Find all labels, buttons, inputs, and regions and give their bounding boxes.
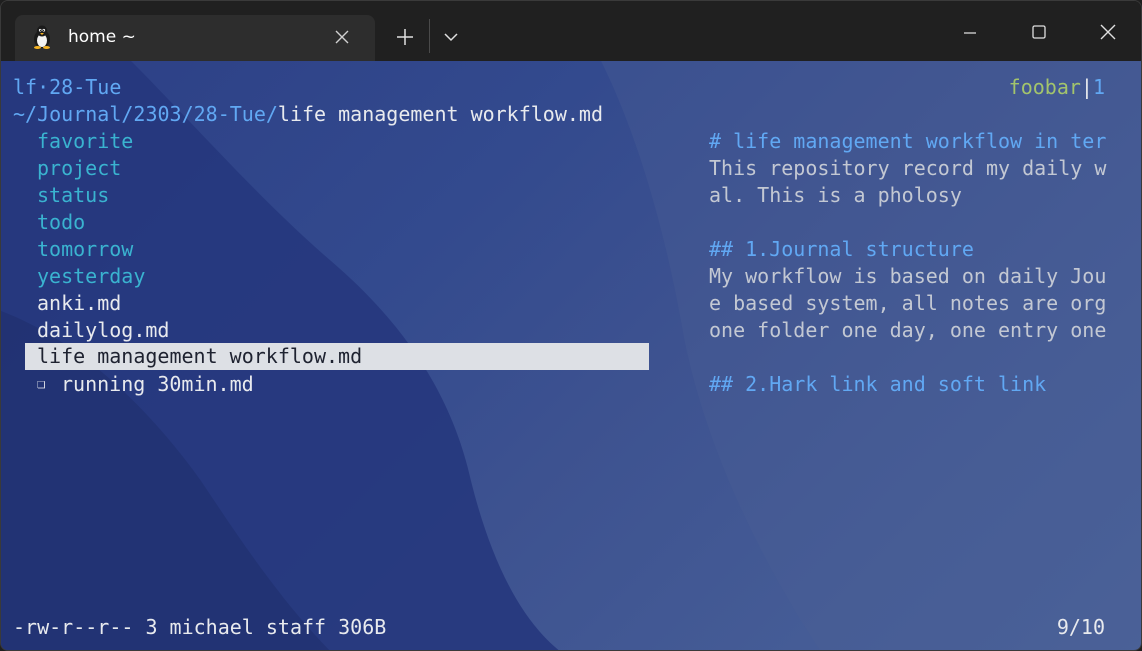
minimize-icon	[964, 32, 976, 34]
linux-penguin-icon	[34, 25, 50, 49]
list-item[interactable]: running 30min.md	[61, 371, 254, 398]
bookmark-marker-icon: ❏	[37, 376, 46, 392]
list-item[interactable]: anki.md	[37, 290, 121, 317]
close-icon	[1100, 24, 1116, 40]
preview-line: ## 1.Journal structure	[709, 237, 974, 261]
minimize-button[interactable]	[947, 15, 993, 49]
preview-line: al. This is a pholosy	[709, 183, 962, 207]
title-bar: home ~	[1, 1, 1141, 61]
pane-number: 1	[1092, 75, 1105, 99]
list-item[interactable]: favorite	[37, 128, 133, 155]
terminal-pane[interactable]: lf·28-Tue foobar|1 ~/Journal/2303/28-Tue…	[1, 61, 1141, 650]
list-item[interactable]: todo	[37, 209, 85, 236]
pane-divider: |	[1080, 75, 1093, 99]
new-tab-button[interactable]	[393, 25, 417, 49]
path-directory: ~/Journal/2303/28-Tue/	[13, 102, 278, 126]
tab-close-button[interactable]	[331, 26, 353, 48]
preview-line: e based system, all notes are org	[709, 291, 1107, 315]
preview-line: # life management workflow in ter	[709, 129, 1107, 153]
position-indicator: 9/10	[1056, 615, 1105, 639]
preview-line: ## 2.Hark link and soft link	[709, 372, 1047, 396]
current-path: ~/Journal/2303/28-Tue/life management wo…	[13, 101, 603, 128]
list-item[interactable]: dailylog.md	[37, 317, 169, 344]
preview-line: one folder one day, one entry one	[709, 318, 1107, 342]
list-item-selected[interactable]: life management workflow.md	[37, 343, 362, 370]
close-icon	[335, 30, 349, 44]
preview-line: My workflow is based on daily Jou	[709, 264, 1107, 288]
tab-separator	[429, 19, 430, 53]
close-window-button[interactable]	[1085, 15, 1131, 49]
list-item[interactable]: status	[37, 182, 109, 209]
host-indicator: foobar|1	[1009, 74, 1105, 101]
list-item[interactable]: project	[37, 155, 121, 182]
file-info-status: -rw-r--r-- 3 michael staff 306B	[13, 615, 387, 639]
list-item[interactable]: tomorrow	[37, 236, 133, 263]
chevron-down-icon[interactable]	[441, 27, 461, 47]
maximize-button[interactable]	[1016, 15, 1062, 49]
tab-title: home ~	[68, 27, 136, 47]
path-file: life management workflow.md	[277, 102, 604, 126]
preview-line: This repository record my daily w	[709, 156, 1107, 180]
host-name: foobar	[1008, 75, 1081, 99]
tab-home[interactable]: home ~	[15, 15, 375, 61]
maximize-icon	[1032, 25, 1046, 39]
terminal-window: home ~ lf·28-Tue foobar|1 ~/Journal/2303…	[0, 0, 1142, 651]
lf-header-label: lf·28-Tue	[13, 75, 122, 99]
list-item[interactable]: yesterday	[37, 263, 145, 290]
